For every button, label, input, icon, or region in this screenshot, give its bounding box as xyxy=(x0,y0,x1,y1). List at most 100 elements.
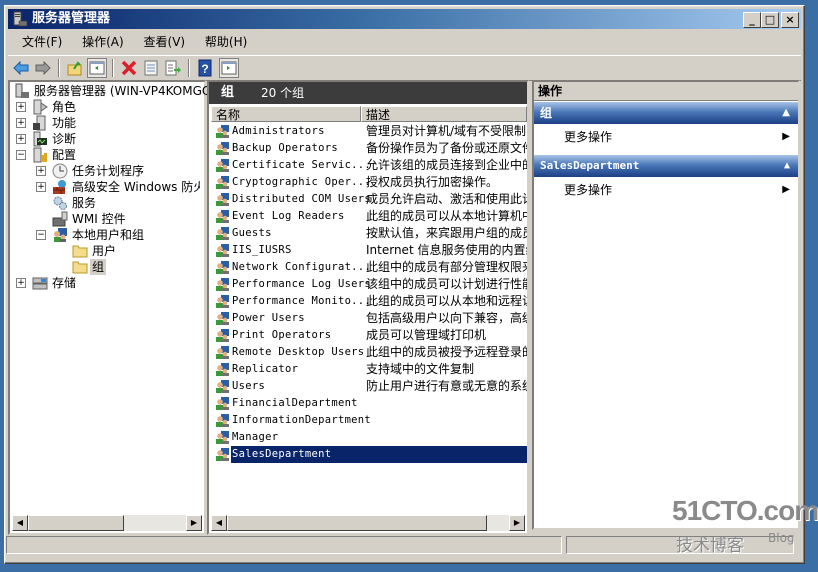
scroll-left-icon[interactable]: ◀ xyxy=(211,515,227,531)
group-row[interactable]: Event Log Readers 此组的成员可以从本地计算机中读取事件日志 xyxy=(211,208,527,225)
group-name: Manager xyxy=(232,431,279,443)
group-row[interactable]: FinancialDepartment xyxy=(211,395,527,412)
expand-icon[interactable]: + xyxy=(36,182,46,192)
tree-item-storage[interactable]: + 存储 xyxy=(10,275,200,291)
more-actions-salesdepartment[interactable]: 更多操作 ▶ xyxy=(534,178,798,202)
up-folder-icon[interactable] xyxy=(66,59,84,77)
tree-horizontal-scrollbar[interactable]: ◀ ▶ xyxy=(12,515,202,531)
minimize-button[interactable]: _ xyxy=(743,12,761,28)
properties-icon[interactable] xyxy=(142,59,160,77)
group-row[interactable]: Backup Operators 备份操作员为了备份或还原文件可以替代安全限制 xyxy=(211,140,527,157)
group-row[interactable]: Replicator 支持域中的文件复制 xyxy=(211,361,527,378)
list-horizontal-scrollbar[interactable]: ◀ ▶ xyxy=(211,515,525,531)
toolbar-separator xyxy=(112,59,114,77)
tree-item-label: 组 xyxy=(90,259,107,275)
tree-item-groups[interactable]: 组 xyxy=(10,259,200,275)
close-button[interactable]: × xyxy=(781,12,799,28)
collapse-icon[interactable]: − xyxy=(16,150,26,160)
group-row[interactable]: Remote Desktop Users此组中的成员被授予远程登录的权限 xyxy=(211,344,527,361)
results-header: 组 20 个组 xyxy=(209,82,527,104)
actions-section-salesdepartment[interactable]: SalesDepartment ▲ xyxy=(534,155,798,177)
maximize-button[interactable]: □ xyxy=(761,12,779,28)
help-icon[interactable]: ? xyxy=(196,59,214,77)
group-description: 授权成员执行加密操作。 xyxy=(366,175,499,189)
menu-help[interactable]: 帮助(H) xyxy=(197,31,255,53)
group-row[interactable]: Performance Log Users该组中的成员可以计划进行性能计数器日志… xyxy=(211,276,527,293)
actions-section-groups[interactable]: 组 ▲ xyxy=(534,102,798,124)
results-pane: 组 20 个组 名称 描述 Administrators 管理员对计算机/域有不受… xyxy=(207,80,529,535)
column-header-description[interactable]: 描述 xyxy=(361,106,527,122)
tree-item-task-scheduler[interactable]: + 任务计划程序 xyxy=(10,163,200,179)
group-name: Backup Operators xyxy=(232,142,338,154)
actions-pane: 操作 组 ▲ 更多操作 ▶ SalesDepartment ▲ 更多操作 ▶ xyxy=(532,80,800,530)
back-icon[interactable] xyxy=(12,59,30,77)
tree-item-users[interactable]: 用户 xyxy=(10,243,200,259)
scroll-left-icon[interactable]: ◀ xyxy=(12,515,28,531)
forward-icon[interactable] xyxy=(34,59,52,77)
group-name: Print Operators xyxy=(232,329,332,341)
group-icon xyxy=(216,261,229,274)
scroll-right-icon[interactable]: ▶ xyxy=(509,515,525,531)
delete-icon[interactable] xyxy=(120,59,138,77)
group-icon xyxy=(216,414,229,427)
tree-item-services[interactable]: 服务 xyxy=(10,195,200,211)
group-row[interactable]: Manager xyxy=(211,429,527,446)
group-icon xyxy=(216,278,229,291)
show-hide-action-pane-icon[interactable] xyxy=(219,58,239,78)
group-row[interactable]: Network Configurat...此组中的成员有部分管理权限来管理网络功… xyxy=(211,259,527,276)
group-name: Distributed COM Users xyxy=(232,193,372,205)
group-description: 管理员对计算机/域有不受限制的完全访问权 xyxy=(366,124,527,138)
group-icon xyxy=(216,295,229,308)
group-row[interactable]: Power Users 包括高级用户以向下兼容，高级用户拥有有限的管理权限 xyxy=(211,310,527,327)
tree-item-local-users-groups[interactable]: − 本地用户和组 xyxy=(10,227,200,243)
expand-icon[interactable]: + xyxy=(16,102,26,112)
group-name: Administrators xyxy=(232,125,325,137)
expand-icon[interactable]: + xyxy=(36,166,46,176)
title-bar[interactable]: 服务器管理器 _ □ × xyxy=(8,9,801,29)
export-list-icon[interactable] xyxy=(164,59,182,77)
menu-action[interactable]: 操作(A) xyxy=(74,31,132,53)
minimize-icon: _ xyxy=(749,13,755,26)
column-header-name[interactable]: 名称 xyxy=(211,106,361,122)
group-row[interactable]: Guests 按默认值，来宾跟用户组的成员有同等访问权 xyxy=(211,225,527,242)
group-row[interactable]: IIS_IUSRS Internet 信息服务使用的内置组。 xyxy=(211,242,527,259)
tree-item-features[interactable]: + 功能 xyxy=(10,115,200,131)
group-row[interactable]: Performance Monito...此组的成员可以从本地和远程访问性能计数… xyxy=(211,293,527,310)
collapse-icon[interactable]: − xyxy=(36,230,46,240)
group-row[interactable]: Distributed COM Users成员允许启动、激活和使用此计算机上的分… xyxy=(211,191,527,208)
svg-text:?: ? xyxy=(201,62,208,76)
group-name: Power Users xyxy=(232,312,305,324)
group-row[interactable]: Users 防止用户进行有意或无意的系统范围的更改 xyxy=(211,378,527,395)
expand-icon[interactable]: + xyxy=(16,118,26,128)
group-icon xyxy=(216,329,229,342)
tree-item-firewall[interactable]: + 高级安全 Windows 防火墙 xyxy=(10,179,200,195)
group-row[interactable]: SalesDepartment xyxy=(211,446,527,463)
tree-item-configuration[interactable]: − 配置 xyxy=(10,147,200,163)
group-name: FinancialDepartment xyxy=(232,397,358,409)
results-count: 20 个组 xyxy=(261,86,305,100)
group-row[interactable]: Cryptographic Oper... 授权成员执行加密操作。 xyxy=(211,174,527,191)
scroll-thumb[interactable] xyxy=(28,515,124,531)
more-actions-groups[interactable]: 更多操作 ▶ xyxy=(534,125,798,149)
diagnostics-icon xyxy=(33,131,47,147)
tree-item-diagnostics[interactable]: + 诊断 xyxy=(10,131,200,147)
group-row[interactable]: Print Operators 成员可以管理域打印机 xyxy=(211,327,527,344)
scroll-thumb[interactable] xyxy=(227,515,487,531)
scroll-right-icon[interactable]: ▶ xyxy=(186,515,202,531)
folder-icon xyxy=(72,245,88,258)
group-row[interactable]: Administrators 管理员对计算机/域有不受限制的完全访问权 xyxy=(211,123,527,140)
group-description: Internet 信息服务使用的内置组。 xyxy=(366,243,527,257)
show-hide-tree-icon[interactable] xyxy=(87,58,107,78)
tree-item-roles[interactable]: + 角色 xyxy=(10,99,200,115)
group-row[interactable]: Certificate Servic...允许该组的成员连接到企业中的证书颁发机… xyxy=(211,157,527,174)
collapse-up-icon[interactable]: ▲ xyxy=(782,102,790,124)
collapse-up-icon[interactable]: ▲ xyxy=(784,155,790,177)
expand-icon[interactable]: + xyxy=(16,134,26,144)
wmi-icon xyxy=(52,211,68,227)
group-row[interactable]: InformationDepartment xyxy=(211,412,527,429)
tree-item-wmi-control[interactable]: WMI 控件 xyxy=(10,211,200,227)
menu-file[interactable]: 文件(F) xyxy=(14,31,70,53)
menu-view[interactable]: 查看(V) xyxy=(136,31,194,53)
group-description: 成员可以管理域打印机 xyxy=(366,328,487,342)
expand-icon[interactable]: + xyxy=(16,278,26,288)
